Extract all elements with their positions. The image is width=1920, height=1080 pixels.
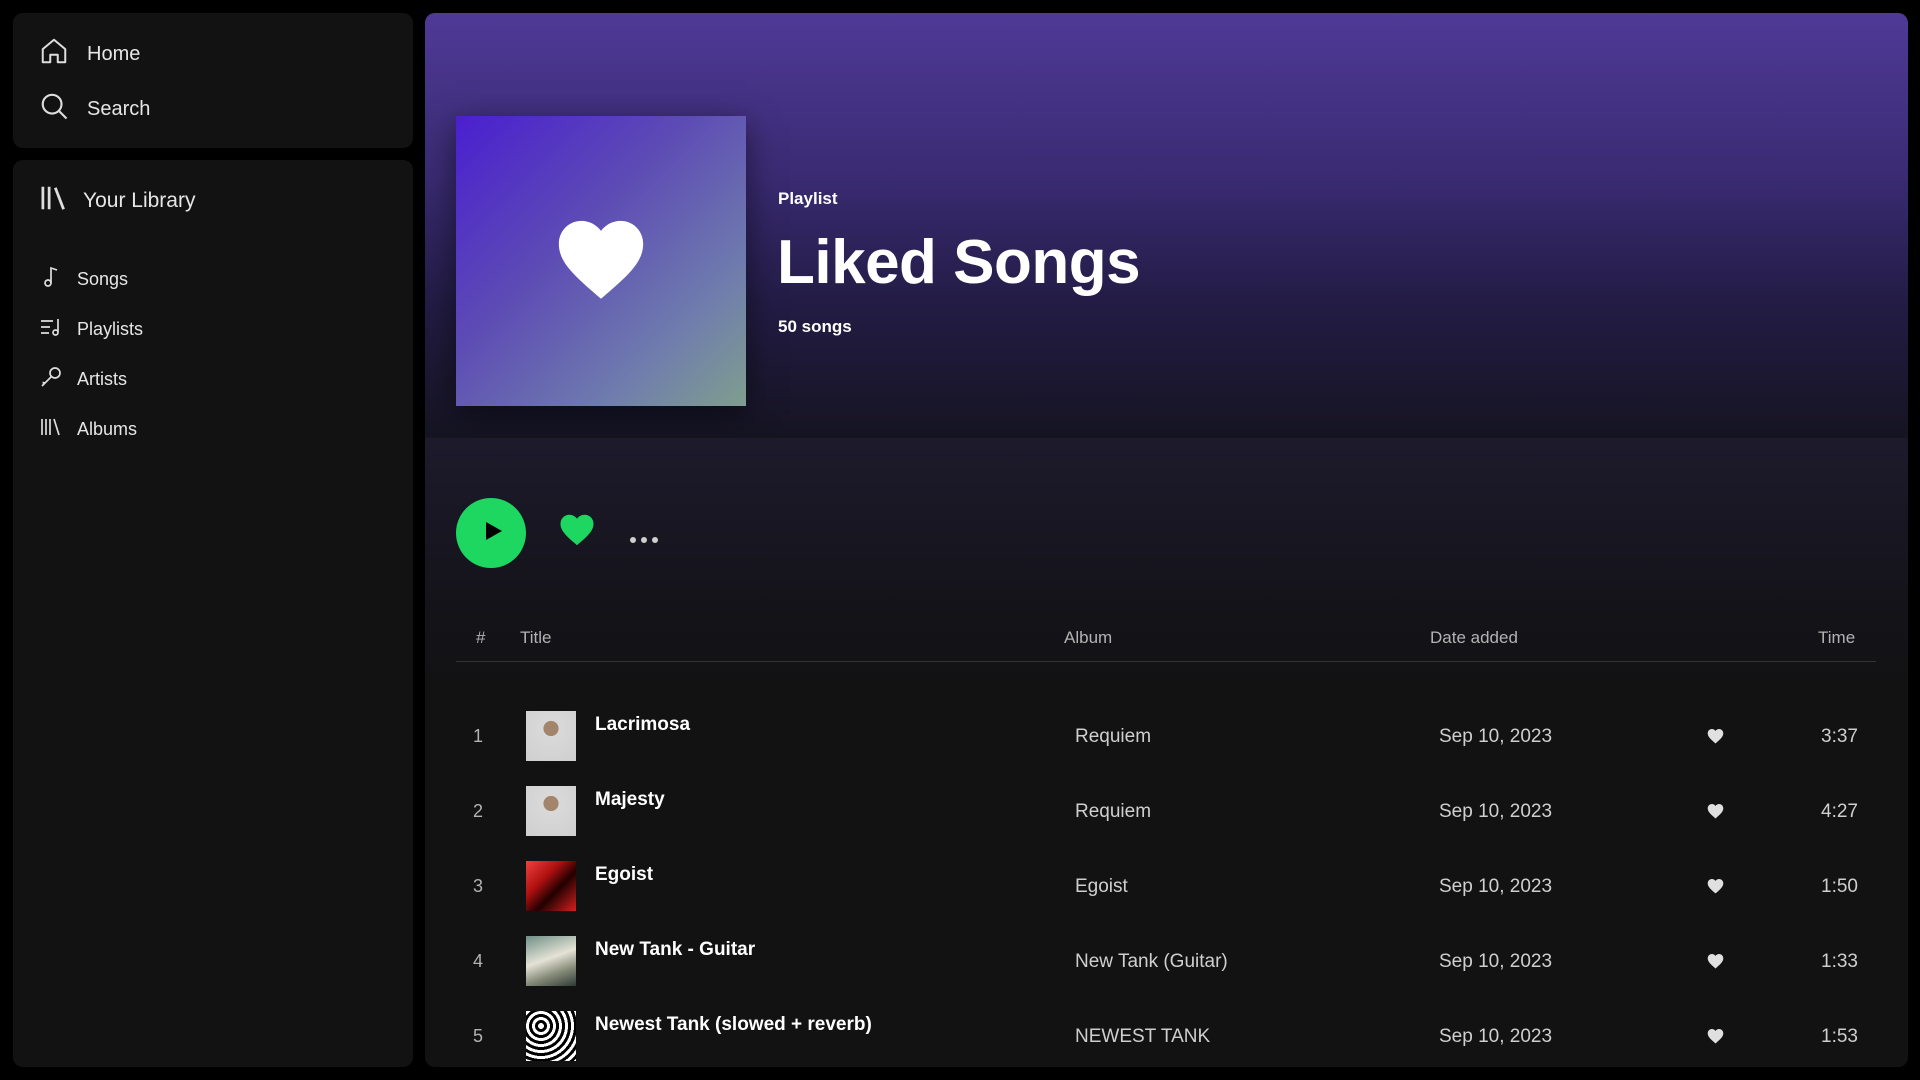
track-duration: 1:53 (1821, 1026, 1858, 1047)
library-header[interactable]: Your Library (39, 183, 195, 219)
table-row[interactable]: 4 New Tank - Guitar New Tank (Guitar) Se… (456, 924, 1876, 999)
play-button[interactable] (456, 498, 526, 568)
song-count: 50 songs (778, 317, 852, 336)
library-title: Your Library (83, 189, 196, 212)
album-thumbnail (526, 786, 576, 836)
playlist-icon (39, 315, 63, 344)
search-icon (39, 91, 69, 127)
main-panel: Playlist Liked Songs 50 songs # Title Al… (425, 13, 1908, 1067)
track-title[interactable]: Lacrimosa (595, 714, 690, 736)
page-title: Liked Songs (777, 228, 1141, 297)
library-item-label: Playlists (77, 319, 144, 339)
track-album[interactable]: Egoist (1075, 849, 1128, 924)
nav-home[interactable]: Home (39, 36, 140, 72)
track-duration: 1:50 (1821, 876, 1858, 897)
more-options-button[interactable] (629, 531, 659, 543)
playlist-hero: Playlist Liked Songs 50 songs (425, 13, 1908, 438)
album-thumbnail (526, 936, 576, 986)
track-date-added: Sep 10, 2023 (1439, 1026, 1553, 1047)
table-row[interactable]: 5 Newest Tank (slowed + reverb) NEWEST T… (456, 999, 1876, 1067)
track-title[interactable]: Egoist (595, 864, 653, 886)
track-number: 3 (472, 876, 483, 896)
track-date-added: Sep 10, 2023 (1439, 801, 1553, 822)
table-row[interactable]: 3 Egoist Egoist Sep 10, 2023 1:50 (456, 849, 1876, 924)
track-date-added: Sep 10, 2023 (1439, 951, 1553, 972)
nav-panel: Home Search (13, 13, 413, 148)
nav-home-label: Home (87, 42, 141, 65)
nav-search-label: Search (87, 97, 151, 120)
heart-icon[interactable] (1707, 728, 1724, 744)
track-title[interactable]: Newest Tank (slowed + reverb) (595, 1014, 872, 1036)
heart-icon[interactable] (1707, 953, 1724, 969)
table-divider (456, 661, 1876, 662)
track-date-added: Sep 10, 2023 (1439, 876, 1553, 897)
like-button[interactable] (559, 513, 595, 549)
library-icon (39, 183, 69, 219)
heart-icon[interactable] (1707, 878, 1724, 894)
track-number: 4 (472, 951, 483, 971)
library-item-label: Songs (77, 269, 129, 289)
track-number: 1 (472, 726, 483, 746)
column-header-time: Time (1818, 628, 1856, 647)
album-thumbnail (526, 861, 576, 911)
column-header-number: # (476, 628, 486, 647)
library-panel: Your Library Songs Playlists Artists Alb… (13, 160, 413, 1067)
table-row[interactable]: 1 Lacrimosa Requiem Sep 10, 2023 3:37 (456, 699, 1876, 774)
library-item-playlists[interactable]: Playlists (39, 315, 143, 344)
nav-search[interactable]: Search (39, 91, 150, 127)
table-row[interactable]: 2 Majesty Requiem Sep 10, 2023 4:27 (456, 774, 1876, 849)
heart-icon[interactable] (1707, 803, 1724, 819)
track-album[interactable]: Requiem (1075, 699, 1151, 774)
library-item-label: Albums (77, 419, 138, 439)
library-item-artists[interactable]: Artists (39, 365, 127, 394)
track-title[interactable]: Majesty (595, 789, 665, 811)
play-icon (477, 519, 505, 548)
album-thumbnail (526, 1011, 576, 1061)
track-album[interactable]: NEWEST TANK (1075, 999, 1210, 1067)
track-duration: 4:27 (1821, 801, 1858, 822)
heart-icon[interactable] (1707, 1028, 1724, 1044)
column-header-title[interactable]: Title (520, 628, 552, 648)
library-item-albums[interactable]: Albums (39, 415, 137, 444)
track-album[interactable]: Requiem (1075, 774, 1151, 849)
playlist-type: Playlist (778, 189, 838, 208)
column-header-album[interactable]: Album (1064, 628, 1112, 648)
library-item-songs[interactable]: Songs (39, 265, 128, 294)
track-duration: 1:33 (1821, 951, 1858, 972)
track-album[interactable]: New Tank (Guitar) (1075, 924, 1228, 999)
track-number: 2 (472, 801, 483, 821)
more-dots-icon (629, 531, 659, 548)
albums-icon (39, 415, 63, 444)
heart-icon (555, 216, 647, 306)
heart-icon (559, 514, 595, 550)
track-number: 5 (472, 1026, 483, 1046)
track-title[interactable]: New Tank - Guitar (595, 939, 755, 961)
column-header-date-added[interactable]: Date added (1430, 628, 1518, 648)
album-thumbnail (526, 711, 576, 761)
track-duration: 3:37 (1821, 726, 1858, 747)
track-date-added: Sep 10, 2023 (1439, 726, 1553, 747)
library-item-label: Artists (77, 369, 128, 389)
playlist-cover (456, 116, 746, 406)
music-note-icon (39, 265, 63, 294)
home-icon (39, 36, 69, 72)
microphone-icon (39, 365, 63, 394)
